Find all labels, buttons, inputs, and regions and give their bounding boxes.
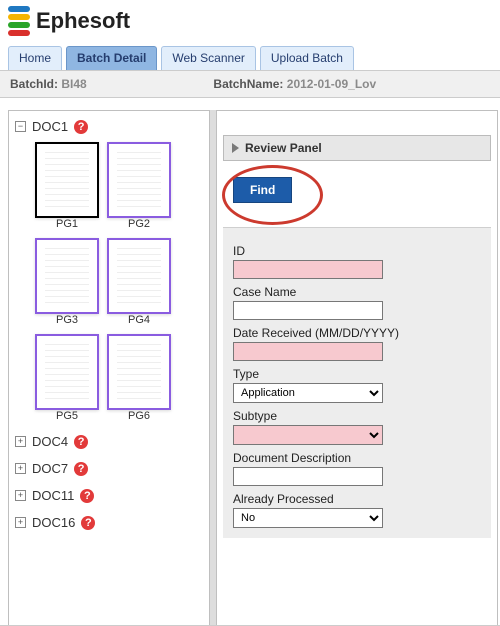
field-form: ID Case Name Date Received (MM/DD/YYYY) … xyxy=(223,227,491,538)
batchname-label: BatchName: xyxy=(213,77,286,91)
subtype-label: Subtype xyxy=(233,409,481,423)
batch-info-bar: BatchId: BI48 BatchName: 2012-01-09_Lov xyxy=(0,70,500,98)
alreadyproc-label: Already Processed xyxy=(233,492,481,506)
doc-header-doc11[interactable]: + DOC11 ? xyxy=(15,488,205,503)
help-icon[interactable]: ? xyxy=(74,435,88,449)
main-tabs: Home Batch Detail Web Scanner Upload Bat… xyxy=(0,42,500,70)
page-label: PG6 xyxy=(128,410,150,422)
page-label: PG5 xyxy=(56,410,78,422)
document-tree-panel: − DOC1 ? PG1 PG2 PG3 PG4 PG5 PG6 + DOC4 … xyxy=(8,110,210,625)
casename-label: Case Name xyxy=(233,285,481,299)
type-label: Type xyxy=(233,367,481,381)
doc-label: DOC16 xyxy=(32,515,75,530)
datereceived-label: Date Received (MM/DD/YYYY) xyxy=(233,326,481,340)
doc-header-doc1[interactable]: − DOC1 ? xyxy=(15,119,205,134)
tab-upload-batch[interactable]: Upload Batch xyxy=(260,46,354,70)
review-panel-header[interactable]: Review Panel xyxy=(223,135,491,161)
find-button[interactable]: Find xyxy=(233,177,292,203)
page-label: PG4 xyxy=(128,314,150,326)
page-thumb-pg5[interactable] xyxy=(35,334,99,410)
review-panel-container: Review Panel Find ID Case Name Date Rece… xyxy=(216,110,498,625)
id-label: ID xyxy=(233,244,481,258)
subtype-select[interactable] xyxy=(234,426,382,444)
app-name: Ephesoft xyxy=(36,8,130,34)
datereceived-field[interactable] xyxy=(233,342,383,361)
doc-node-doc1: − DOC1 ? PG1 PG2 PG3 PG4 PG5 PG6 xyxy=(9,111,209,426)
page-thumb-pg6[interactable] xyxy=(107,334,171,410)
page-thumb-pg2[interactable] xyxy=(107,142,171,218)
page-label: PG1 xyxy=(56,218,78,230)
docdesc-field[interactable] xyxy=(233,467,383,486)
doc-label: DOC7 xyxy=(32,461,68,476)
page-label: PG2 xyxy=(128,218,150,230)
page-thumbnails: PG1 PG2 PG3 PG4 PG5 PG6 xyxy=(15,134,205,422)
type-select[interactable]: Application xyxy=(234,384,382,402)
doc-label: DOC11 xyxy=(32,488,74,503)
doc-node-doc7: + DOC7 ? xyxy=(9,453,209,480)
logo-icon xyxy=(8,6,30,36)
doc-node-doc4: + DOC4 ? xyxy=(9,426,209,453)
batchid-label: BatchId: xyxy=(10,77,61,91)
help-icon[interactable]: ? xyxy=(81,516,95,530)
doc-header-doc7[interactable]: + DOC7 ? xyxy=(15,461,205,476)
tab-web-scanner[interactable]: Web Scanner xyxy=(161,46,256,70)
expand-icon[interactable]: + xyxy=(15,436,26,447)
help-icon[interactable]: ? xyxy=(80,489,94,503)
batchid-value: BI48 xyxy=(61,77,86,91)
page-thumb-pg4[interactable] xyxy=(107,238,171,314)
alreadyproc-select[interactable]: No xyxy=(234,509,382,527)
page-thumb-pg3[interactable] xyxy=(35,238,99,314)
page-thumb-pg1[interactable] xyxy=(35,142,99,218)
tab-home[interactable]: Home xyxy=(8,46,62,70)
app-logo-row: Ephesoft xyxy=(0,0,500,42)
collapse-icon[interactable]: − xyxy=(15,121,26,132)
id-field[interactable] xyxy=(233,260,383,279)
docdesc-label: Document Description xyxy=(233,451,481,465)
tab-batch-detail[interactable]: Batch Detail xyxy=(66,46,157,70)
find-section: Find xyxy=(217,161,497,227)
doc-label: DOC1 xyxy=(32,119,68,134)
help-icon[interactable]: ? xyxy=(74,462,88,476)
expand-icon[interactable]: + xyxy=(15,517,26,528)
doc-header-doc4[interactable]: + DOC4 ? xyxy=(15,434,205,449)
review-panel-title: Review Panel xyxy=(245,141,322,155)
expand-icon[interactable]: + xyxy=(15,490,26,501)
doc-label: DOC4 xyxy=(32,434,68,449)
batchname-value: 2012-01-09_Lov xyxy=(287,77,376,91)
doc-node-doc11: + DOC11 ? xyxy=(9,480,209,507)
help-icon[interactable]: ? xyxy=(74,120,88,134)
doc-header-doc16[interactable]: + DOC16 ? xyxy=(15,515,205,530)
expand-icon[interactable]: + xyxy=(15,463,26,474)
doc-node-doc16: + DOC16 ? xyxy=(9,507,209,534)
page-label: PG3 xyxy=(56,314,78,326)
casename-field[interactable] xyxy=(233,301,383,320)
disclosure-triangle-icon xyxy=(232,143,239,153)
